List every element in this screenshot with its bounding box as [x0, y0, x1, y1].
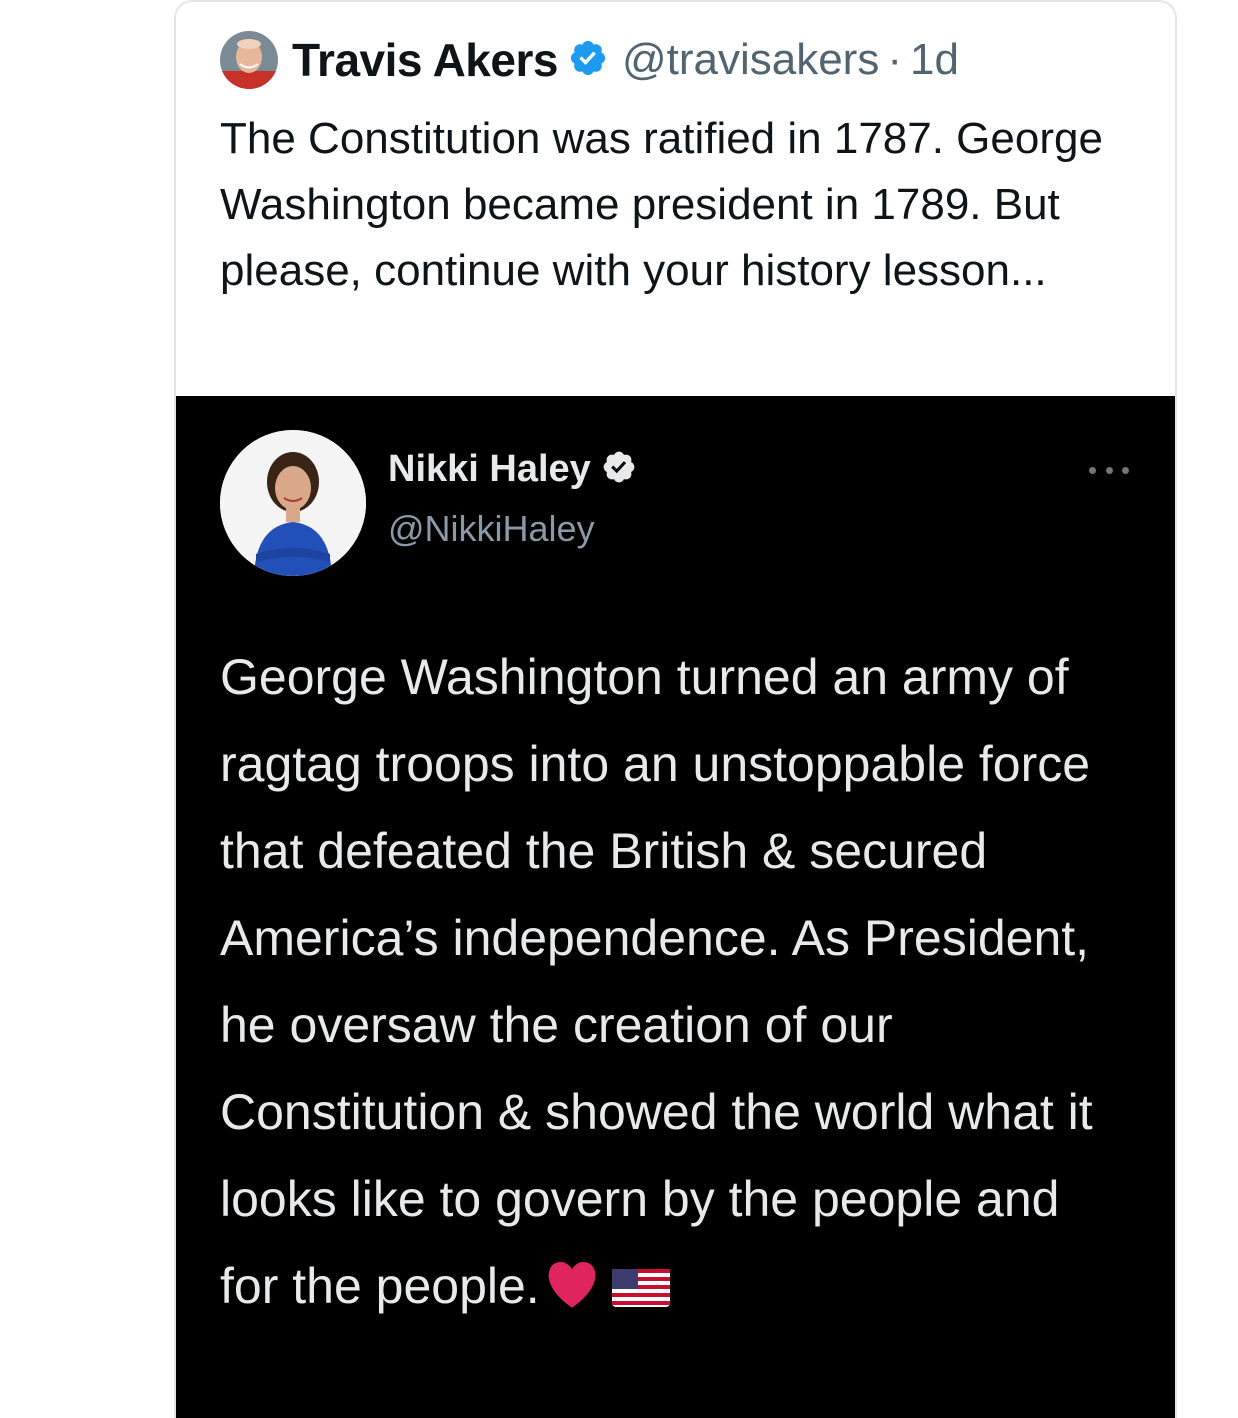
- embedded-tweet-screenshot[interactable]: Nikki Haley @NikkiHaley George Washingto…: [176, 396, 1175, 1418]
- verified-badge-icon: [601, 449, 637, 490]
- profile-photo-woman-icon: [220, 430, 366, 576]
- embedded-name-row: Nikki Haley: [388, 448, 637, 491]
- us-flag-icon: [611, 1247, 670, 1334]
- embedded-handle: @NikkiHaley: [388, 508, 595, 549]
- avatar: [220, 430, 366, 576]
- separator-dot: ·: [887, 35, 902, 84]
- red-heart-icon: [544, 1249, 600, 1336]
- timestamp[interactable]: 1d: [910, 35, 959, 85]
- display-name[interactable]: Travis Akers: [292, 33, 558, 87]
- tweet-card[interactable]: Travis Akers @travisakers · 1d The Const…: [174, 0, 1177, 1418]
- tweet-header: Travis Akers @travisakers · 1d: [220, 28, 959, 92]
- profile-photo-man-icon: [220, 31, 278, 89]
- more-options-icon: [1089, 464, 1129, 476]
- tweet-text: The Constitution was ratified in 1787. G…: [220, 114, 1103, 295]
- embedded-display-name: Nikki Haley: [388, 448, 591, 490]
- embedded-tweet-text: George Washington turned an army of ragt…: [220, 634, 1120, 1336]
- verified-badge-icon: [568, 38, 608, 83]
- avatar[interactable]: [220, 31, 278, 89]
- embedded-tweet-body: George Washington turned an army of ragt…: [220, 649, 1093, 1314]
- handle[interactable]: @travisakers: [622, 35, 879, 85]
